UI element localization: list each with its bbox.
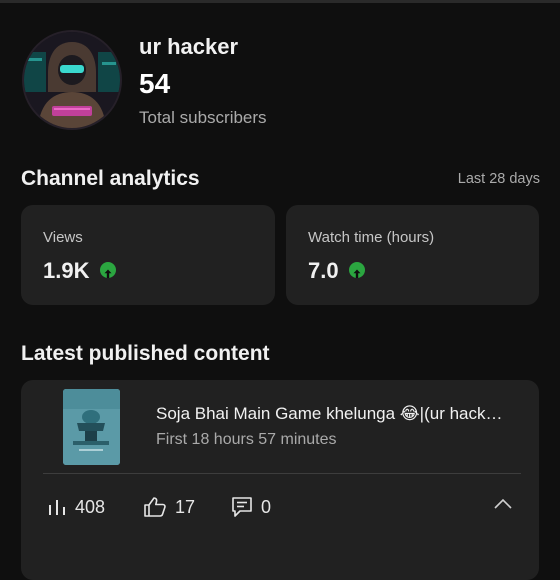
likes-stat: 17 <box>143 496 195 518</box>
views-label: Views <box>43 229 83 246</box>
watch-time-value-row: 7.0 <box>308 258 365 284</box>
hacker-avatar-icon <box>24 32 120 128</box>
watch-time-card[interactable]: Watch time (hours) 7.0 <box>286 205 539 305</box>
latest-content-title: Latest published content <box>21 342 270 365</box>
thumbnail-image-icon <box>63 389 120 465</box>
channel-name: ur hacker <box>139 34 239 59</box>
watch-time-value: 7.0 <box>308 258 339 283</box>
views-value: 1.9K <box>43 258 90 283</box>
latest-video-card[interactable]: Soja Bhai Main Game khelunga 😂|(ur hack…… <box>21 380 539 580</box>
comments-count: 0 <box>261 496 272 517</box>
subscriber-label: Total subscribers <box>139 108 267 127</box>
thumbs-up-icon <box>144 497 166 517</box>
views-card[interactable]: Views 1.9K <box>21 205 275 305</box>
video-title[interactable]: Soja Bhai Main Game khelunga 😂|(ur hack… <box>156 404 521 424</box>
card-divider <box>43 473 521 474</box>
trend-up-icon <box>348 262 365 279</box>
likes-count: 17 <box>175 496 196 517</box>
views-count: 408 <box>75 496 106 517</box>
trend-up-icon <box>99 262 116 279</box>
watch-time-label: Watch time (hours) <box>308 229 435 246</box>
chevron-up-icon[interactable] <box>493 497 513 511</box>
bar-chart-icon <box>49 500 65 515</box>
views-value-row: 1.9K <box>43 258 116 284</box>
analytics-range: Last 28 days <box>457 171 540 187</box>
channel-avatar[interactable] <box>22 30 122 130</box>
views-stat: 408 <box>47 496 105 518</box>
comment-icon <box>232 497 252 517</box>
video-time-range: First 18 hours 57 minutes <box>156 431 337 448</box>
video-thumbnail[interactable] <box>63 389 120 465</box>
comments-stat: 0 <box>231 496 271 518</box>
analytics-title: Channel analytics <box>21 167 200 190</box>
subscriber-count: 54 <box>139 68 171 99</box>
top-divider <box>0 0 560 3</box>
